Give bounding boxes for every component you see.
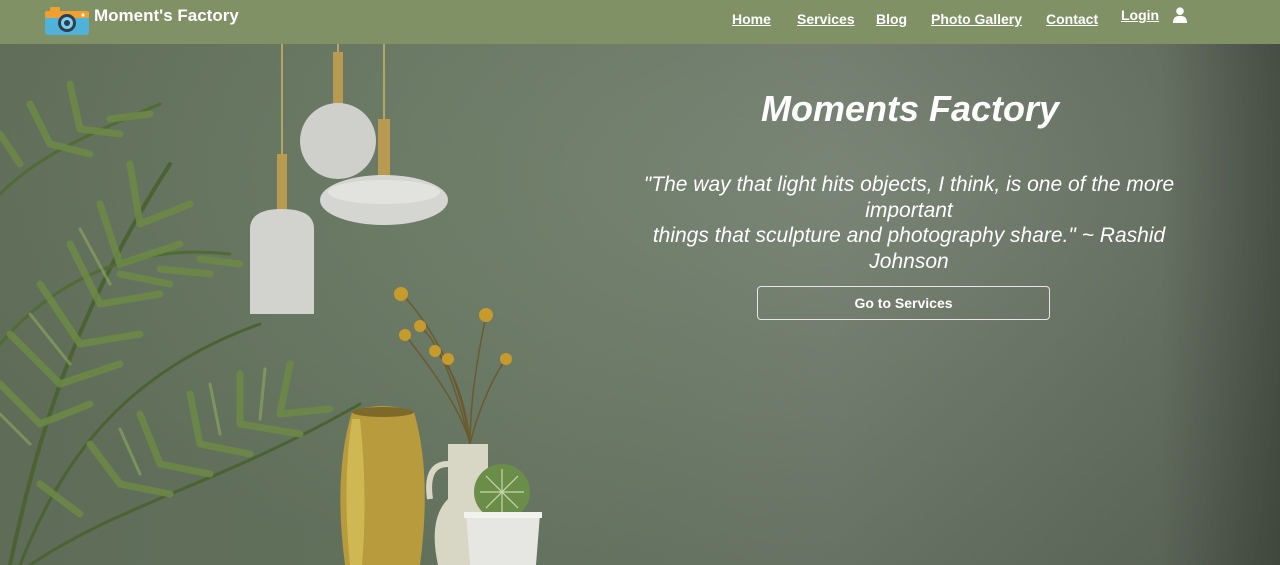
hero-quote-line-2: things that sculpture and photography sh… [652,224,1166,273]
brand-name: Moment's Factory [94,6,239,25]
hero-background-image [0,44,542,565]
user-icon[interactable] [1173,7,1187,23]
nav-link-home[interactable]: Home [732,11,771,27]
navbar: Moment's Factory Home Services Blog Phot… [0,0,1280,44]
hero-title: Moments Factory [760,88,1060,129]
nav-link-blog[interactable]: Blog [876,11,907,27]
hero-quote-line-1: "The way that light hits objects, I thin… [643,173,1175,222]
camera-icon [45,7,89,35]
flower-buds [394,287,512,365]
go-to-services-button[interactable]: Go to Services [757,286,1050,320]
nav-link-photo-gallery[interactable]: Photo Gallery [931,11,1022,27]
pendant-lamps [250,44,448,314]
brand-link[interactable]: Moment's Factory [44,4,239,36]
nav-link-login[interactable]: Login [1121,7,1159,23]
hero-section: Moments Factory "The way that light hits… [0,44,1280,565]
nav-link-contact[interactable]: Contact [1046,11,1098,27]
hero-quote: "The way that light hits objects, I thin… [624,172,1194,274]
nav-link-services[interactable]: Services [797,11,855,27]
